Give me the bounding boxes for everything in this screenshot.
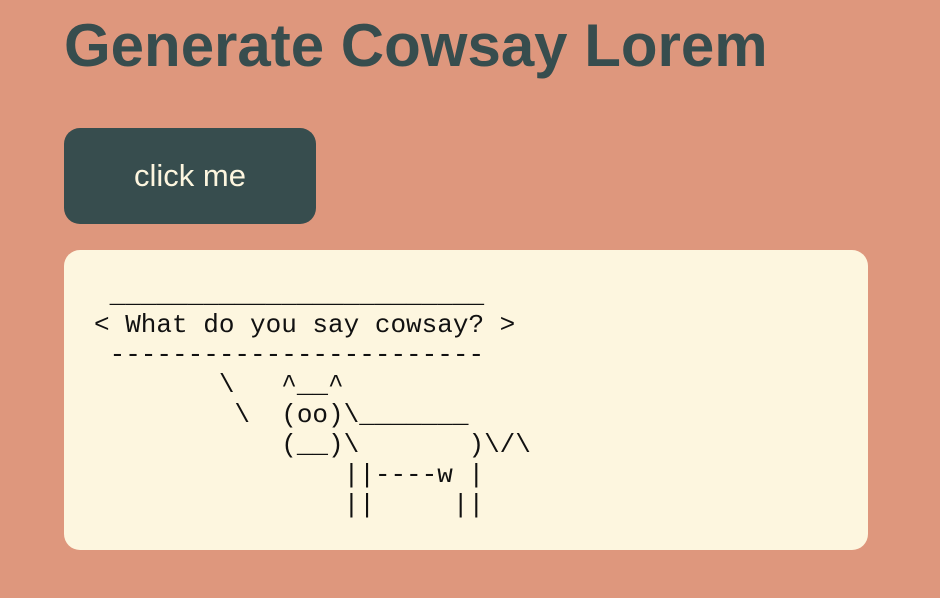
click-me-button[interactable]: click me xyxy=(64,128,316,224)
cowsay-ascii-art: ________________________ < What do you s… xyxy=(94,280,531,520)
page-title: Generate Cowsay Lorem xyxy=(64,12,768,79)
cowsay-output-panel: ________________________ < What do you s… xyxy=(64,250,868,550)
